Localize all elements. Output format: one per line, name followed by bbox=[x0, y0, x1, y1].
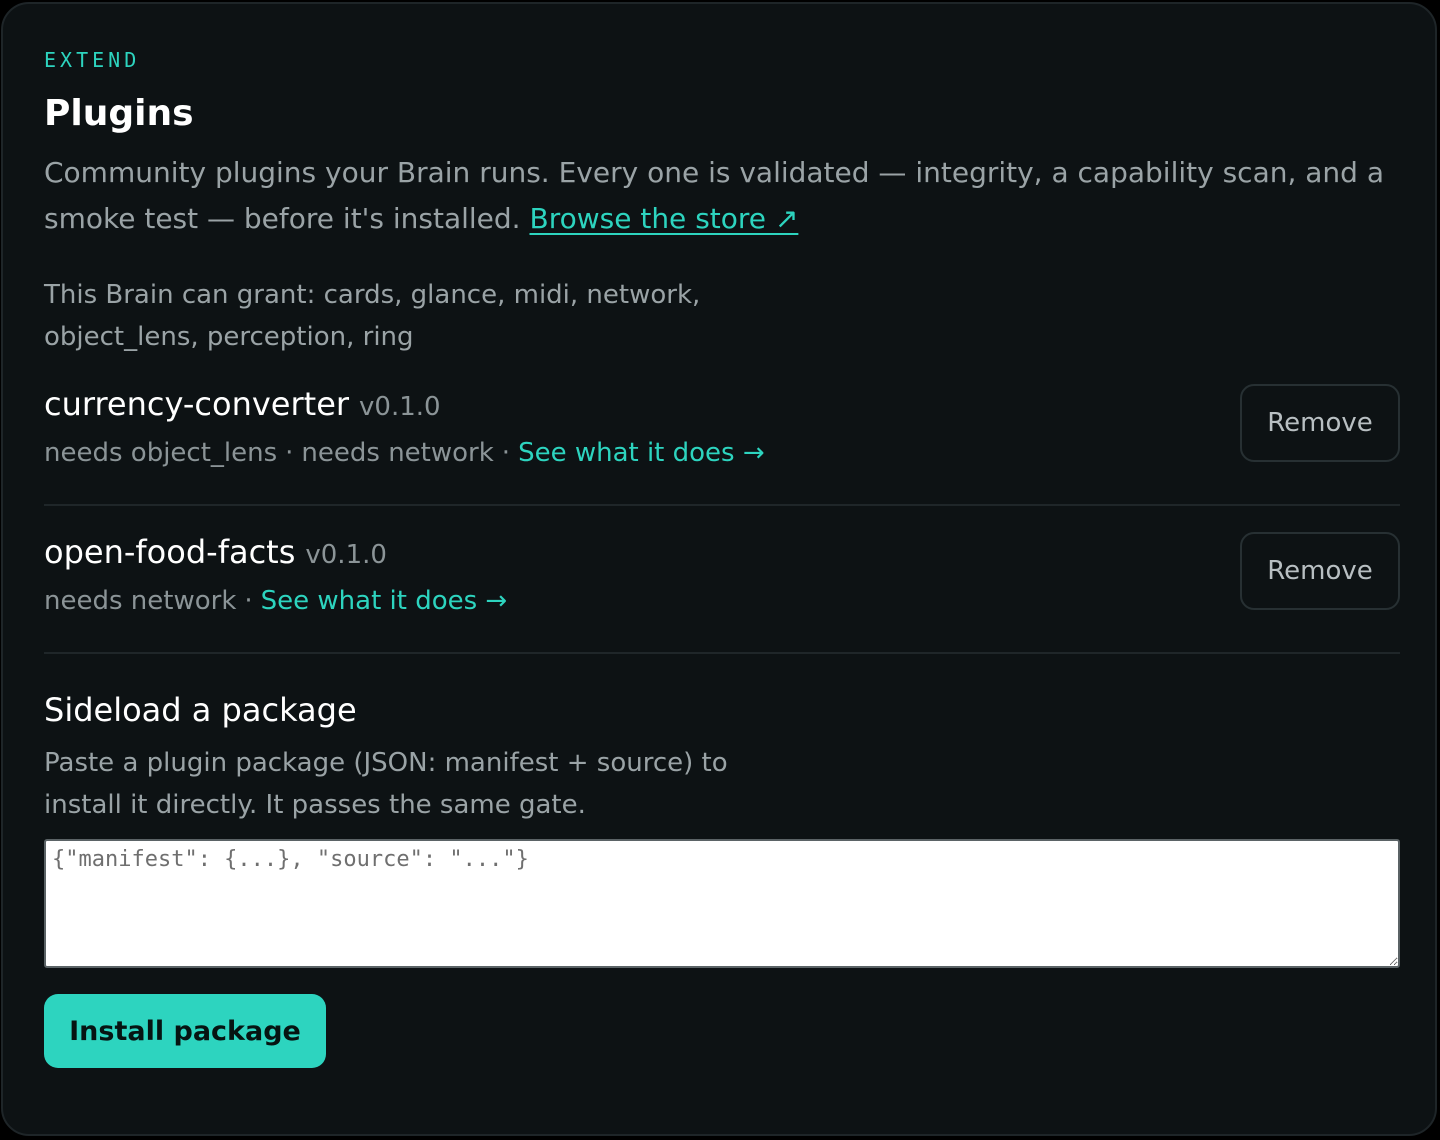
section-eyebrow: EXTEND bbox=[44, 48, 141, 72]
page-title: Plugins bbox=[44, 93, 194, 134]
capability-need: needs object_lens bbox=[44, 438, 278, 468]
plugin-version: v0.1.0 bbox=[359, 392, 441, 422]
plugins-panel: EXTEND Plugins Community plugins your Br… bbox=[1, 2, 1437, 1136]
divider bbox=[44, 504, 1400, 506]
plugin-header: open-food-facts v0.1.0 bbox=[44, 532, 387, 575]
plugin-name: currency-converter bbox=[44, 385, 350, 423]
divider bbox=[44, 652, 1400, 654]
plugin-item: currency-converter v0.1.0 needs object_le… bbox=[44, 384, 1400, 514]
separator-dot: · bbox=[285, 438, 294, 468]
plugin-header: currency-converter v0.1.0 bbox=[44, 384, 441, 427]
capability-need: needs network bbox=[301, 438, 494, 468]
separator-dot: · bbox=[501, 438, 511, 468]
sideload-title: Sideload a package bbox=[44, 691, 357, 729]
separator-dot: · bbox=[244, 586, 253, 616]
intro-text: Community plugins your Brain runs. Every… bbox=[44, 150, 1404, 242]
package-json-input[interactable] bbox=[44, 839, 1400, 968]
plugin-version: v0.1.0 bbox=[305, 540, 387, 570]
capability-need: needs network bbox=[44, 586, 237, 616]
see-what-it-does-link[interactable]: See what it does → bbox=[261, 586, 508, 616]
plugin-name: open-food-facts bbox=[44, 533, 296, 571]
sideload-description: Paste a plugin package (JSON: manifest +… bbox=[44, 748, 728, 820]
plugin-item: open-food-facts v0.1.0 needs network · See … bbox=[44, 532, 1400, 662]
browse-store-link[interactable]: Browse the store ↗ bbox=[529, 202, 798, 235]
plugin-capabilities: needs object_lens · needs network · See what… bbox=[44, 436, 765, 470]
install-package-button[interactable]: Install package bbox=[44, 994, 326, 1068]
plugin-capabilities: needs network · See what it does → bbox=[44, 584, 507, 618]
grants-text: This Brain can grant: cards, glance, mid… bbox=[44, 280, 701, 352]
remove-plugin-button[interactable]: Remove bbox=[1240, 532, 1400, 610]
remove-plugin-button[interactable]: Remove bbox=[1240, 384, 1400, 462]
see-what-it-does-link[interactable]: See what it does → bbox=[518, 438, 765, 468]
